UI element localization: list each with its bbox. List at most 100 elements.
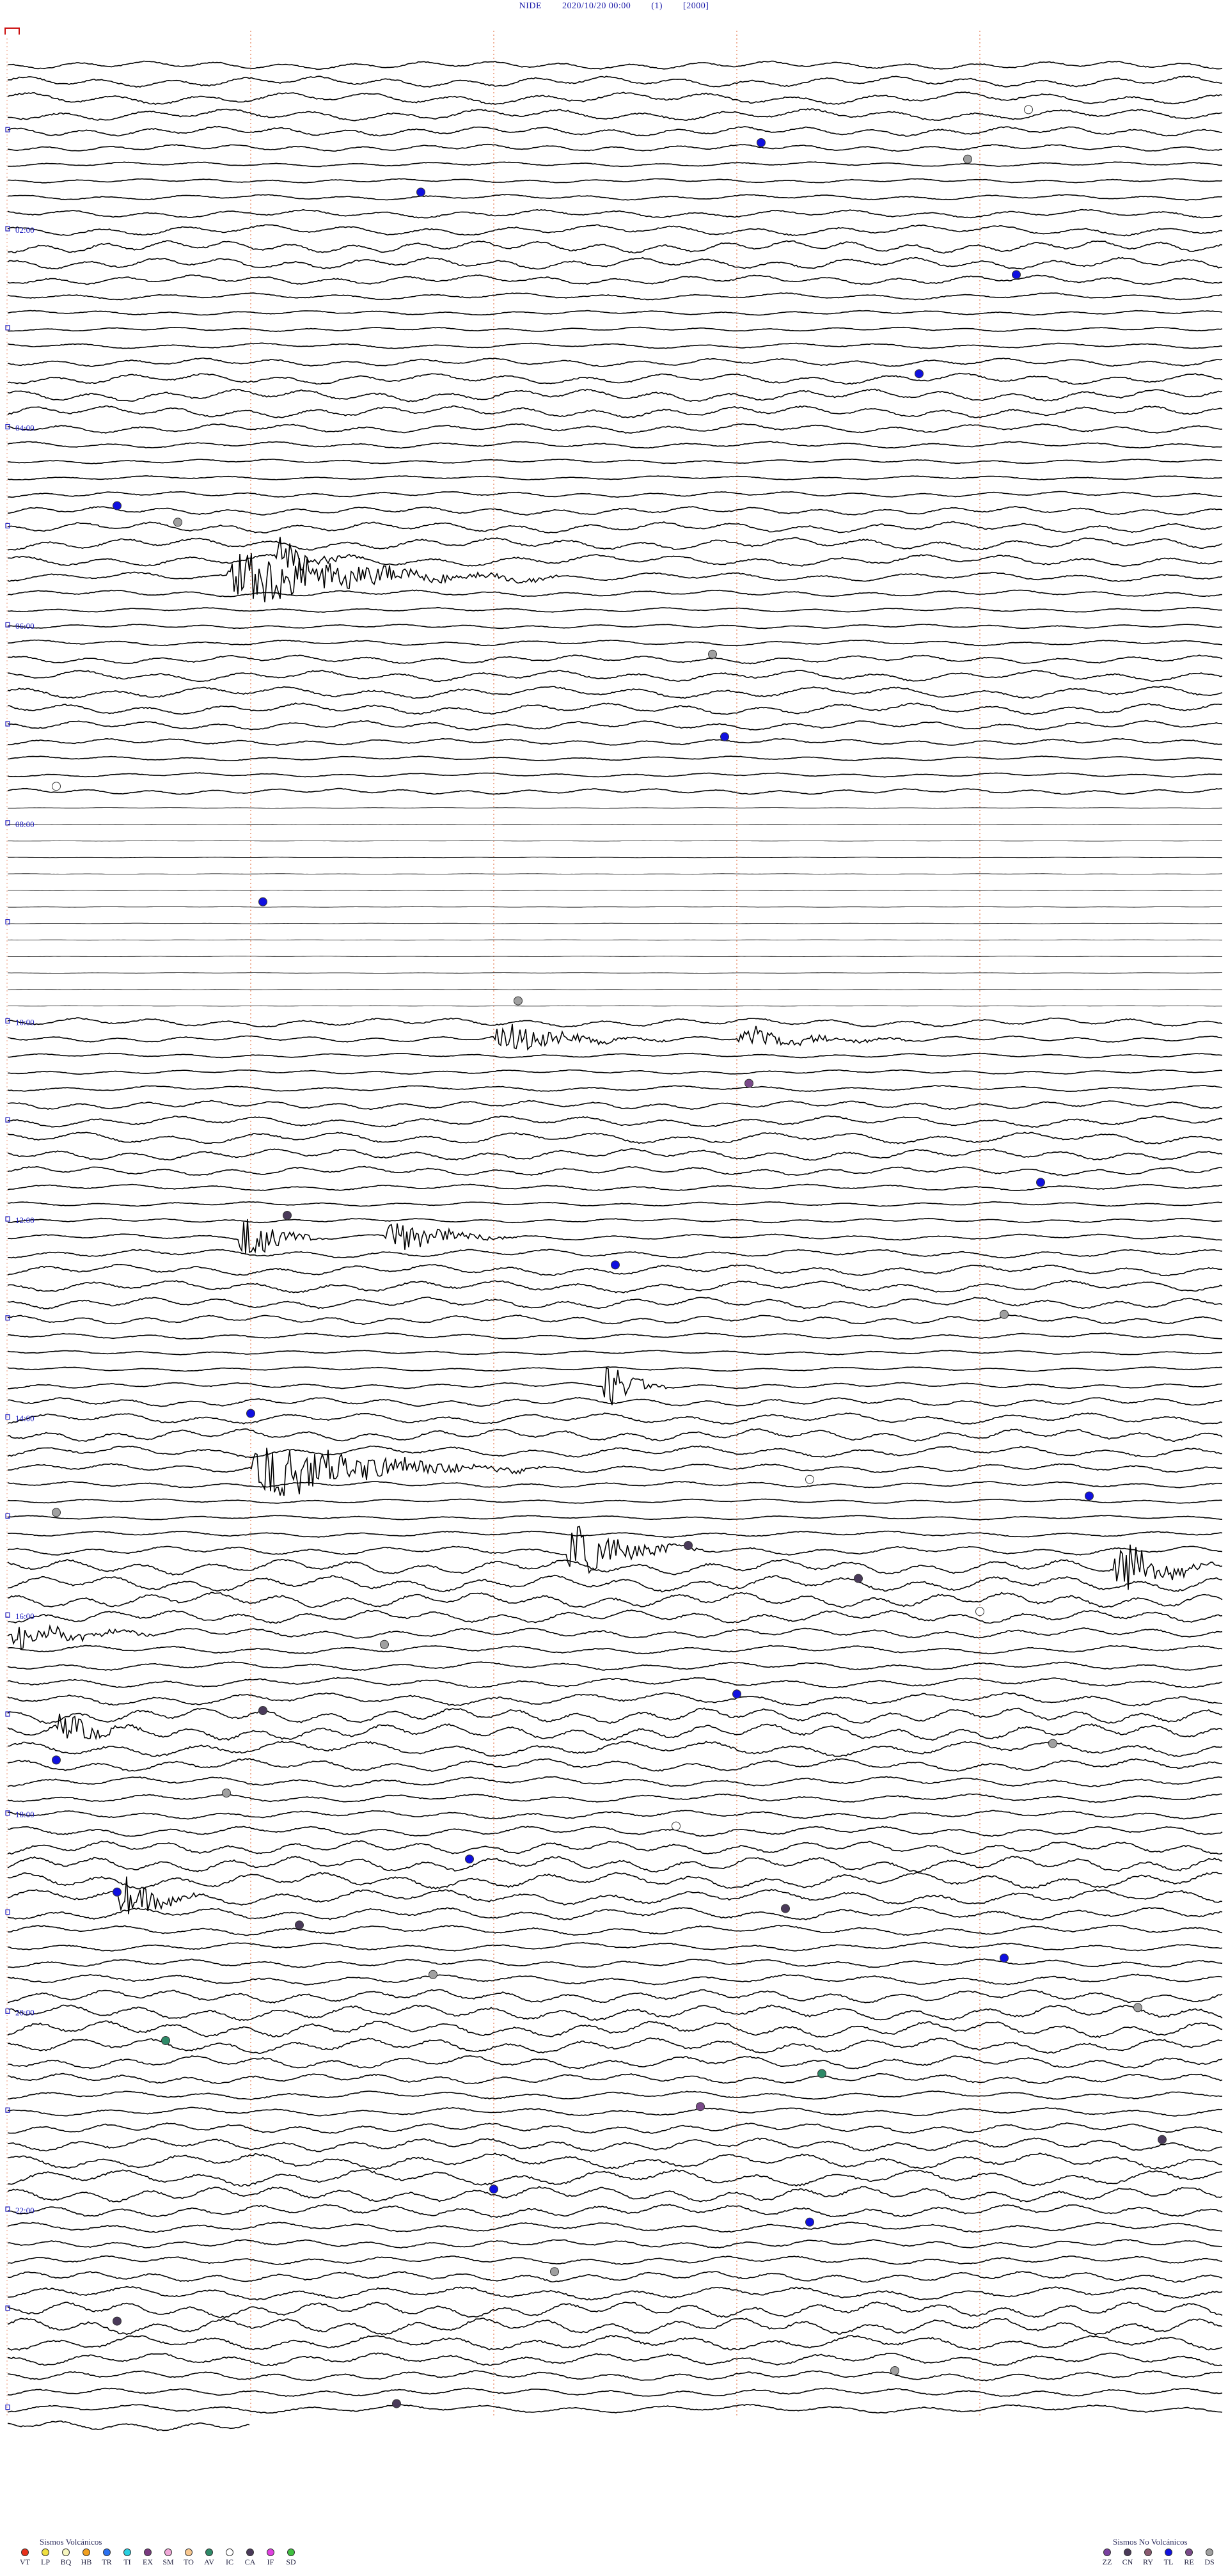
legend-nonvolcanic-title: Sismos No Volcánicos: [1113, 2537, 1188, 2547]
legend-label: RE: [1184, 2557, 1194, 2566]
trace-row: [7, 669, 1223, 683]
trace-row: [7, 1219, 1223, 1254]
event-marker: [173, 518, 182, 527]
hour-label: 06:00: [15, 621, 35, 631]
event-marker: [52, 782, 61, 791]
helicorder-plot: 02:00 04:00 06:00 08:00 10:00 12:00 14:00 16:00…: [4, 28, 1223, 2431]
trace-row: [7, 1810, 1223, 1820]
event-marker: [684, 1541, 693, 1550]
event-marker: [246, 1409, 255, 1418]
legend-label: SM: [162, 2557, 174, 2566]
trace-row: [7, 1609, 1223, 1624]
trace-row: [7, 388, 1223, 402]
event-marker: [222, 1789, 231, 1798]
trace-row: [7, 738, 1223, 746]
legend-label: AV: [204, 2557, 214, 2566]
trace-row: [7, 1574, 1223, 1593]
trace-row: [8, 161, 1222, 168]
trace-row: [7, 1100, 1223, 1110]
trace-row: [7, 686, 1223, 699]
trace-row: [7, 60, 1223, 70]
trace-row: [7, 2301, 1223, 2318]
event-marker: [696, 2102, 705, 2112]
legend-item: BQ: [58, 2548, 74, 2567]
legend-item: TR: [98, 2548, 115, 2567]
trace-row: [7, 956, 1223, 958]
hour-label: 20:00: [15, 2007, 35, 2017]
legend-item: SM: [160, 2548, 177, 2567]
trace-row: [7, 906, 1222, 908]
event-marker: [805, 1474, 814, 1484]
trace-row: [7, 91, 1223, 106]
event-marker: [732, 1689, 741, 1699]
event-marker: [258, 897, 267, 906]
trace-row: [7, 720, 1223, 731]
legend-dot-icon: [205, 2548, 213, 2556]
legend-dot-icon: [287, 2548, 295, 2556]
trace-row: [8, 807, 1223, 809]
row-marker: [5, 1315, 10, 1321]
legend-label: DS: [1204, 2557, 1215, 2566]
trace-row: [7, 2369, 1223, 2382]
trace-row: [7, 1624, 1223, 1650]
trace-row: [7, 194, 1223, 201]
trace-row: [7, 405, 1223, 418]
trace-row: [7, 1366, 1223, 1372]
row-marker: [5, 523, 10, 529]
trace-row: [7, 2334, 1223, 2351]
event-marker: [975, 1607, 984, 1616]
event-marker: [817, 2069, 826, 2078]
trace-row: [7, 1973, 1223, 1986]
event-marker: [1158, 2135, 1167, 2144]
row-marker: [5, 1810, 10, 1816]
trace-row: [7, 1315, 1223, 1325]
trace-row: [7, 1826, 1223, 1837]
trace-row: [7, 491, 1223, 498]
trace-row: [7, 1279, 1223, 1293]
trace-row: [7, 2317, 1223, 2335]
legend-nonvolcanic: ZZ CN RY TL RE DS: [1099, 2548, 1218, 2567]
row-marker: [5, 1216, 10, 1222]
trace-row: [7, 1481, 1223, 1489]
event-marker: [708, 649, 717, 659]
event-marker: [489, 2185, 498, 2194]
trace-row: [7, 475, 1223, 480]
event-marker: [380, 1640, 389, 1649]
event-marker: [805, 2217, 814, 2227]
event-marker: [550, 2267, 559, 2277]
trace-row: [7, 1958, 1223, 1968]
event-marker: [1085, 1491, 1094, 1501]
legend-label: IF: [267, 2557, 274, 2566]
legend-dot-icon: [144, 2548, 152, 2556]
legend-dot-icon: [1124, 2548, 1131, 2556]
trace-row: [7, 772, 1223, 778]
trace-row: [7, 1713, 1223, 1741]
trace-row: [7, 2204, 1223, 2218]
trace-row: [8, 1249, 1223, 1259]
trace-row: [7, 1367, 1223, 1405]
hour-label: 04:00: [15, 423, 35, 433]
trace-row: [7, 2271, 1223, 2283]
legend-dot-icon: [1103, 2548, 1111, 2556]
trace-row: [7, 1296, 1223, 1309]
trace-row: [7, 1448, 1223, 1496]
legend-item: DS: [1201, 2548, 1218, 2567]
legend-item: IC: [221, 2548, 238, 2567]
legend-dot-icon: [1144, 2548, 1152, 2556]
event-marker: [514, 996, 523, 1006]
trace-row: [7, 2186, 1223, 2203]
row-marker: [5, 325, 10, 331]
trace-row: [7, 292, 1223, 301]
legend-item: HB: [78, 2548, 95, 2567]
row-marker: [5, 1513, 10, 1519]
event-marker: [52, 1508, 61, 1517]
event-marker: [113, 501, 122, 510]
legend-dot-icon: [246, 2548, 254, 2556]
event-marker: [1000, 1954, 1009, 1963]
event-marker: [672, 1821, 681, 1831]
trace-row: [7, 1084, 1223, 1093]
trace-row: [7, 2090, 1223, 2100]
hour-label: 18:00: [15, 1810, 35, 1819]
trace-row: [7, 1166, 1223, 1176]
legend-label: CA: [244, 2557, 256, 2566]
